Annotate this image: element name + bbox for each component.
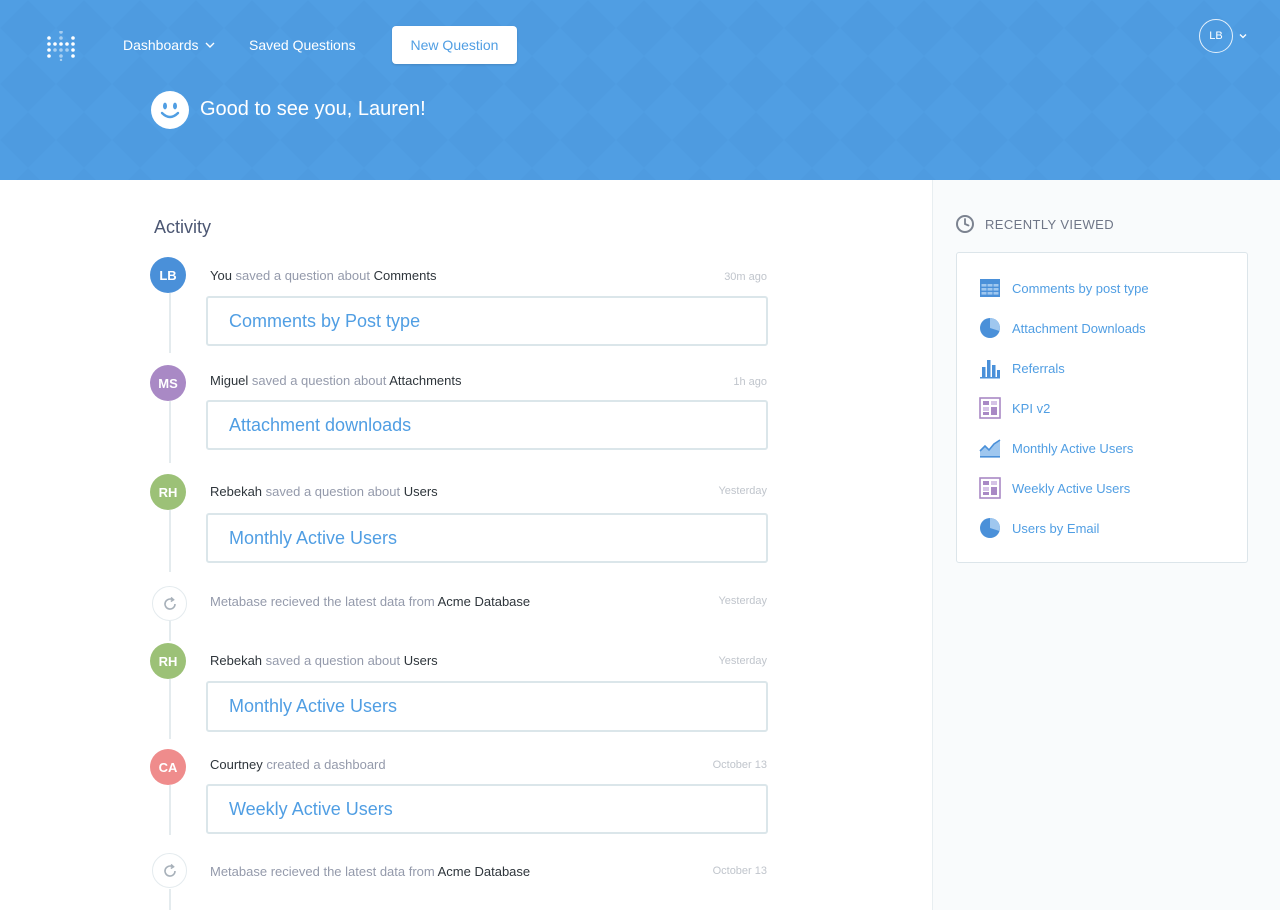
- activity-description: Metabase recieved the latest data from A…: [210, 594, 530, 609]
- recent-item-label: Comments by post type: [1012, 280, 1149, 296]
- activity-object: Users: [403, 484, 438, 499]
- timeline-connector: [169, 401, 171, 463]
- nav-saved-questions[interactable]: Saved Questions: [249, 37, 356, 53]
- activity-description: Rebekah saved a question about Users: [210, 653, 438, 668]
- user-avatar[interactable]: RH: [150, 474, 186, 510]
- sync-event: [152, 586, 187, 621]
- activity-verb: saved a question about: [248, 373, 390, 388]
- new-question-button[interactable]: New Question: [392, 26, 517, 64]
- recent-item[interactable]: Weekly Active Users: [979, 477, 1130, 499]
- recent-item[interactable]: KPI v2: [979, 397, 1050, 419]
- recently-viewed-header: RECENTLY VIEWED: [955, 214, 1114, 234]
- timeline-connector: [169, 889, 171, 910]
- chevron-down-icon[interactable]: [1239, 32, 1247, 40]
- nav-dashboards-label: Dashboards: [123, 37, 199, 53]
- activity-object: Comments: [373, 268, 437, 283]
- activity-sync-text: Metabase recieved the latest data from: [210, 864, 438, 879]
- activity-object: Acme Database: [437, 594, 531, 609]
- activity-timestamp: Yesterday: [718, 485, 767, 497]
- activity-actor: Rebekah: [210, 653, 263, 668]
- clock-icon: [956, 215, 974, 233]
- activity-description: Miguel saved a question about Attachment…: [210, 373, 462, 388]
- user-avatar[interactable]: RH: [150, 643, 186, 679]
- recent-item[interactable]: Comments by post type: [979, 277, 1149, 299]
- top-header: Dashboards Saved Questions New Question …: [0, 0, 1280, 180]
- metabase-logo-icon[interactable]: [46, 31, 76, 61]
- sync-icon: [163, 596, 176, 610]
- activity-timestamp: Yesterday: [718, 595, 767, 607]
- recent-item[interactable]: Monthly Active Users: [979, 437, 1133, 459]
- recent-item-label: Monthly Active Users: [1012, 440, 1134, 456]
- activity-question-card[interactable]: Monthly Active Users: [206, 681, 768, 732]
- activity-timestamp: October 13: [712, 865, 767, 877]
- activity-actor: Miguel: [210, 373, 249, 388]
- activity-question-card[interactable]: Attachment downloads: [206, 400, 768, 450]
- area-chart-icon: [979, 437, 1001, 459]
- recent-item-label: Attachment Downloads: [1012, 320, 1146, 336]
- activity-object: Users: [403, 653, 438, 668]
- sync-event: [152, 853, 187, 888]
- recent-item-label: Weekly Active Users: [1012, 480, 1131, 496]
- activity-heading: Activity: [154, 217, 212, 237]
- activity-description: Courtney created a dashboard: [210, 757, 386, 772]
- user-avatar[interactable]: MS: [150, 365, 186, 401]
- activity-timestamp: Yesterday: [718, 655, 767, 667]
- activity-actor: Rebekah: [210, 484, 263, 499]
- activity-object: Attachments: [389, 373, 462, 388]
- activity-verb: saved a question about: [262, 653, 404, 668]
- recent-item-label: KPI v2: [1012, 400, 1051, 416]
- activity-verb: created a dashboard: [262, 757, 386, 772]
- dashboard-icon: [979, 397, 1001, 419]
- activity-sync-text: Metabase recieved the latest data from: [210, 594, 438, 609]
- activity-description: Metabase recieved the latest data from A…: [210, 864, 530, 879]
- recent-item[interactable]: Users by Email: [979, 517, 1099, 539]
- dashboard-icon: [979, 477, 1001, 499]
- user-initials: LB: [1209, 30, 1223, 42]
- table-icon: [979, 277, 1001, 299]
- recent-item[interactable]: Referrals: [979, 357, 1065, 379]
- activity-timestamp: October 13: [712, 759, 767, 771]
- smiley-icon: [151, 91, 189, 129]
- pie-chart-icon: [979, 517, 1001, 539]
- header-pattern: [0, 0, 1280, 180]
- user-avatar-button[interactable]: LB: [1199, 19, 1233, 53]
- timeline-connector: [169, 785, 171, 835]
- nav-dashboards[interactable]: Dashboards: [123, 37, 215, 53]
- activity-timestamp: 30m ago: [724, 271, 767, 283]
- recently-viewed-title: RECENTLY VIEWED: [985, 216, 1115, 232]
- timeline-connector: [169, 621, 171, 641]
- greeting-text: Good to see you, Lauren!: [200, 98, 426, 120]
- activity-dashboard-card[interactable]: Weekly Active Users: [206, 784, 768, 834]
- activity-actor: You: [210, 268, 232, 283]
- recent-item[interactable]: Attachment Downloads: [979, 317, 1146, 339]
- activity-object: Acme Database: [437, 864, 531, 879]
- user-avatar[interactable]: LB: [150, 257, 186, 293]
- sync-icon: [163, 863, 176, 877]
- activity-actor: Courtney: [210, 757, 263, 772]
- user-avatar[interactable]: CA: [150, 749, 186, 785]
- recent-item-label: Referrals: [1012, 360, 1065, 376]
- activity-verb: saved a question about: [262, 484, 404, 499]
- activity-description: Rebekah saved a question about Users: [210, 484, 438, 499]
- recent-item-label: Users by Email: [1012, 520, 1100, 536]
- chevron-down-icon: [205, 42, 215, 48]
- bar-chart-icon: [979, 357, 1001, 379]
- timeline-connector: [169, 679, 171, 739]
- activity-description: You saved a question about Comments: [210, 268, 436, 283]
- timeline-connector: [169, 293, 171, 353]
- timeline-connector: [169, 510, 171, 572]
- activity-question-card[interactable]: Monthly Active Users: [206, 513, 768, 563]
- activity-question-card[interactable]: Comments by Post type: [206, 296, 768, 346]
- activity-timestamp: 1h ago: [733, 376, 767, 388]
- activity-verb: saved a question about: [231, 268, 374, 283]
- pie-chart-icon: [979, 317, 1001, 339]
